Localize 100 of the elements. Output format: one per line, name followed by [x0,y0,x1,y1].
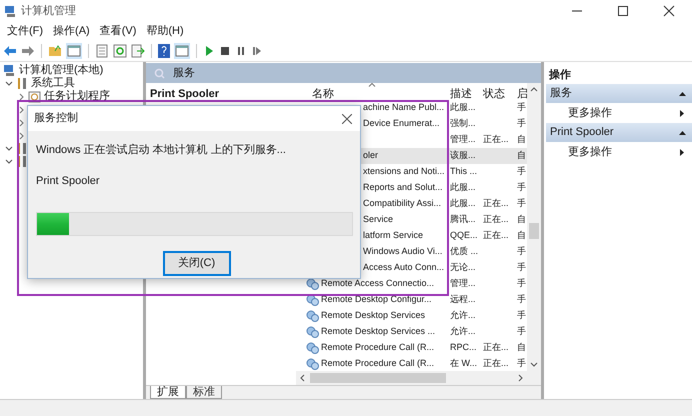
column-header[interactable]: 描述 [450,88,472,100]
column-header[interactable]: 启 [517,88,528,100]
table-cell: 优质 ... [450,246,478,256]
table-cell: 在 W... [450,358,477,368]
table-cell: 正在... [483,342,509,352]
tools-icon [16,142,28,155]
properties-icon[interactable] [95,44,109,58]
window-title: 计算机管理 [21,4,76,19]
table-cell: 手 [517,198,526,208]
service-name: Print Spooler [150,88,220,100]
table-cell: 自 [517,342,526,352]
scrollbar-thumb[interactable] [529,223,539,239]
console-tree-icon[interactable] [66,42,82,58]
service-name: Print Spooler [36,174,101,188]
table-cell-text: Remote Desktop Services [321,309,426,322]
tree-item[interactable]: 任务计划程序 [44,88,110,105]
folder-icon[interactable] [48,44,62,57]
table-cell: 自 [517,230,526,240]
dialog-title: 服务控制 [34,111,78,126]
table-cell: 管理... [450,278,476,288]
view-pane-icon[interactable] [174,42,190,58]
play-icon[interactable] [203,44,215,56]
collapse-arrow-icon[interactable] [679,92,686,96]
close-button[interactable]: 关闭(C) [164,252,230,275]
table-cell: 正在... [483,134,509,144]
section-title: 服务 [550,86,572,102]
table-cell: RPC... [450,342,477,352]
table-cell: 手 [517,294,526,304]
table-cell: 管理... [450,134,476,144]
expanded-chevron-icon[interactable] [4,156,14,166]
collapse-arrow-icon[interactable] [679,130,686,134]
submenu-arrow-icon[interactable] [680,148,684,156]
table-row[interactable]: Remote Desktop Services 允许... 手 [296,308,527,324]
forward-arrow-icon[interactable] [21,44,35,56]
computer-icon [3,64,16,77]
table-cell: 正在... [483,230,509,240]
action-link[interactable]: 更多操作 [568,144,612,160]
horizontal-scrollbar[interactable] [296,371,527,385]
table-cell: 正在... [483,214,509,224]
panel-title: 服务 [173,66,195,81]
table-row[interactable]: Remote Desktop Configur... 远程... 手 [296,292,527,308]
column-header[interactable]: 状态 [483,88,505,100]
table-cell-text: Service [363,213,394,226]
view-tab[interactable]: 标准 [186,386,222,399]
table-cell: 手 [517,102,526,112]
table-cell: 此服... [450,102,476,112]
stop-icon[interactable] [219,44,231,56]
submenu-arrow-icon[interactable] [680,110,684,116]
menu-item[interactable]: 文件(F) [2,22,48,40]
resume-icon[interactable] [251,44,263,56]
section-title: Print Spooler [550,125,614,140]
table-cell-text: Remote Procedure Call (R... [321,357,434,370]
view-tab[interactable]: 扩展 [150,386,186,399]
table-row[interactable]: Remote Procedure Call (R... 在 W... 正在... 手 [296,356,527,371]
table-cell-text: Device Enumerat... [363,117,440,130]
table-cell-text: Remote Procedure Call (R... [321,341,434,354]
table-cell-text: Reports and Solut... [363,181,443,194]
table-cell: 手 [517,310,526,320]
table-cell: 手 [517,326,526,336]
table-cell: 允许... [450,310,476,320]
table-cell-text: Windows Audio Vi... [363,245,442,258]
tools-icon [16,77,28,90]
expanded-chevron-icon[interactable] [4,144,14,154]
table-cell: 手 [517,166,526,176]
vertical-scrollbar[interactable] [527,83,541,385]
table-cell-text: achine Name Publ... [363,101,444,114]
table-cell-text: oler [363,149,378,162]
table-row[interactable]: Remote Desktop Services ... 允许... 手 [296,324,527,340]
table-cell: 允许... [450,326,476,336]
table-cell-text: latform Service [363,229,424,242]
table-cell-text: Remote Access Connectio... [321,277,434,290]
menu-item[interactable]: 帮助(H) [141,22,189,40]
table-cell: 手 [517,262,526,272]
back-arrow-icon[interactable] [3,44,17,56]
table-cell: 正在... [483,358,509,368]
action-link[interactable]: 更多操作 [568,104,612,122]
section-header[interactable]: Print Spooler [546,123,692,142]
pause-icon[interactable] [235,44,247,56]
table-cell: 正在... [483,198,509,208]
table-cell: 手 [517,118,526,128]
section-header[interactable]: 服务 [546,84,692,103]
table-cell: QQE... [450,230,478,240]
search-icon [154,68,165,78]
expanded-chevron-icon[interactable] [4,78,14,88]
table-cell-text: Compatibility Assi... [363,197,442,210]
export-icon[interactable] [131,44,145,58]
actions-title: 操作 [548,68,572,83]
close-icon[interactable] [342,114,352,124]
computer-icon [4,4,17,18]
table-row[interactable]: Remote Procedure Call (R... RPC... 正在... 自 [296,340,527,356]
table-cell: 腾讯... [450,214,476,224]
help-icon[interactable] [158,44,170,58]
menu-item[interactable]: 查看(V) [94,22,142,40]
table-cell: 手 [517,182,526,192]
table-cell-text: Remote Desktop Services ... [321,325,436,338]
column-header[interactable]: 名称 [312,88,334,100]
menu-item[interactable]: 操作(A) [48,22,95,40]
table-cell: 此服... [450,182,476,192]
refresh-icon[interactable] [113,44,127,58]
scrollbar-thumb[interactable] [310,373,446,383]
